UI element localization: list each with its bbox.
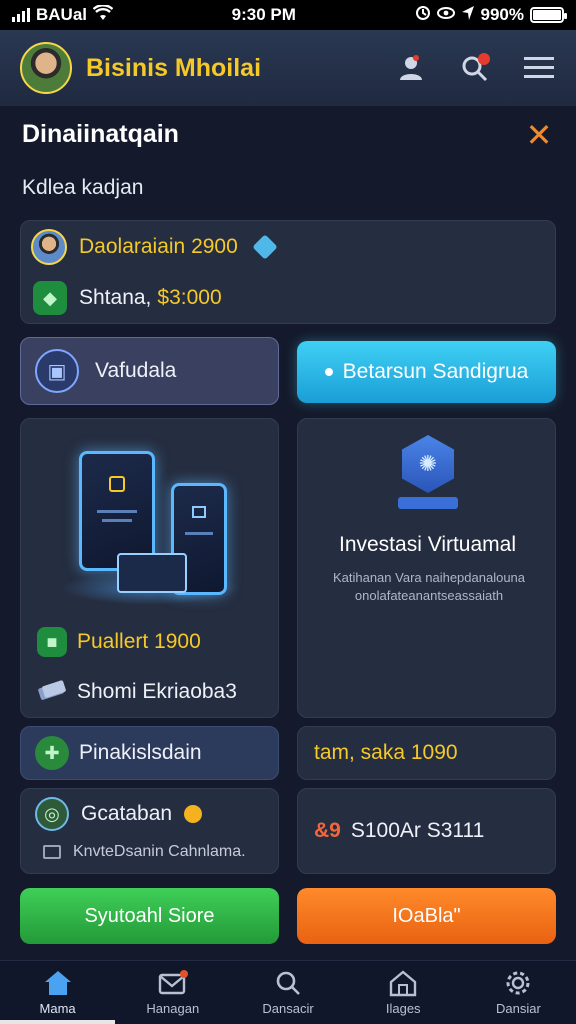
devices-card[interactable]: ■ Puallert 1900 Shomi Ekriaoba3 (20, 418, 279, 718)
betarsun-button[interactable]: Betarsun Sandigrua (297, 341, 556, 403)
stat-row-2: Shomi Ekriaoba3 (37, 677, 237, 707)
gcataban-title: Gcataban (81, 802, 173, 825)
signal-icon (12, 8, 30, 22)
alarm-icon (415, 5, 431, 26)
user-icon (400, 55, 422, 80)
saka-item[interactable]: tam, saka 1090 (297, 726, 556, 780)
amount-prefix: &9 (314, 819, 341, 842)
search-icon (273, 969, 303, 997)
nav-item-settings[interactable]: Dansiar (461, 961, 576, 1024)
wifi-icon (92, 3, 114, 26)
nav-label-home: Mama (39, 1001, 76, 1016)
menu-icon (524, 57, 554, 78)
balance-secondary-row: ◆ Shtana, $3:000 (33, 281, 222, 315)
eye-icon (436, 5, 455, 25)
bullet-icon (324, 368, 333, 376)
pedestal-graphic (398, 497, 458, 509)
amount-card[interactable]: &9 S100Ar S3111 (297, 788, 556, 874)
gear-icon (503, 969, 533, 997)
search-button[interactable] (458, 51, 492, 85)
nav-label-messages: Hanagan (146, 1001, 200, 1016)
status-time: 9:30 PM (231, 5, 296, 24)
wallet-icon: ◆ (33, 281, 67, 315)
nav-label-pages: Ilages (385, 1001, 421, 1016)
balance-primary: Daolaraiain 2900 (79, 235, 238, 258)
investment-description: Katihanan Vara naihepdanalouna onolafate… (332, 570, 526, 604)
balance-secondary-value: $3:000 (157, 286, 222, 309)
amount-value: S100Ar S3111 (350, 819, 485, 842)
close-icon: ✕ (525, 117, 553, 153)
nav-item-search[interactable]: Dansacir (230, 961, 345, 1024)
gcataban-subtitle: KnvteDsanin Cahnlama. (73, 843, 246, 860)
vafudala-button[interactable]: ▣ Vafudala (20, 337, 279, 405)
investment-title: Investasi Virtuamal (338, 533, 517, 556)
nav-item-pages[interactable]: Ilages (346, 961, 461, 1024)
notification-dot (478, 53, 490, 65)
globe-icon: ◎ (35, 797, 69, 831)
stat-2: Shomi Ekriaoba3 (77, 680, 237, 703)
card-icon (43, 845, 61, 859)
stat-1: Puallert 1900 (77, 630, 201, 653)
app-bar: Bisinis Mhoilai (0, 30, 576, 106)
stat-row-1: ■ Puallert 1900 (37, 627, 201, 657)
nav-item-messages[interactable]: Hanagan (115, 961, 230, 1024)
close-button[interactable]: ✕ (524, 117, 554, 153)
pinakis-item[interactable]: ✚ Pinakislsdain (20, 726, 279, 780)
battery-icon (530, 7, 567, 23)
menu-button[interactable] (522, 51, 556, 85)
page-title: Dinaiinatqain (22, 120, 179, 148)
avatar[interactable] (20, 42, 72, 94)
location-icon (461, 5, 475, 26)
bottom-nav: Mama Hanagan Dansacir Ilages Dansiar (0, 960, 576, 1024)
balance-card: Daolaraiain 2900 ◆ Shtana, $3:000 (20, 220, 556, 324)
app-title: Bisinis Mhoilai (86, 53, 262, 82)
balance-primary-row: Daolaraiain 2900 (31, 229, 278, 265)
green-action-button[interactable]: Syutoahl Siore (20, 888, 279, 944)
orange-action-label: IOaBla" (392, 904, 461, 927)
document-icon: ▣ (35, 349, 79, 393)
nav-label-settings: Dansiar (496, 1001, 541, 1016)
betarsun-label: Betarsun Sandigrua (342, 360, 529, 383)
battery-percent: 990% (480, 5, 524, 24)
devices-illustration (61, 441, 241, 611)
shield-icon: ✺ (402, 435, 454, 493)
orange-action-button[interactable]: IOaBla" (297, 888, 556, 944)
coin-icon (184, 805, 203, 823)
nav-item-home[interactable]: Mama (0, 961, 116, 1024)
investment-card[interactable]: ✺ Investasi Virtuamal Katihanan Vara nai… (297, 418, 556, 718)
saka-label: tam, saka 1090 (314, 741, 458, 764)
balance-secondary-label: Shtana, (79, 286, 152, 309)
diamond-icon (252, 234, 278, 260)
appbar-actions (394, 51, 556, 85)
profile-button[interactable] (394, 51, 428, 85)
nav-label-search: Dansacir (262, 1001, 314, 1016)
house-icon (388, 969, 418, 997)
vafudala-label: Vafudala (95, 359, 177, 382)
gcataban-card[interactable]: ◎ Gcataban KnvteDsanin Cahnlama. (20, 788, 279, 874)
status-left: BAUal (12, 3, 114, 26)
green-action-label: Syutoahl Siore (84, 904, 215, 927)
gcataban-sub-row: KnvteDsanin Cahnlama. (43, 843, 246, 861)
home-icon (43, 969, 73, 997)
cash-icon (37, 677, 67, 707)
mail-icon (158, 969, 188, 997)
laptop-graphic (117, 553, 187, 593)
user-avatar-small (31, 229, 67, 265)
status-bar: BAUal 9:30 PM 990% (0, 0, 576, 30)
status-right: 990% (415, 5, 567, 26)
gcataban-row: ◎ Gcataban (35, 797, 203, 831)
shield-check-icon: ■ (37, 627, 67, 657)
shield-illustration: ✺ (396, 435, 460, 511)
leaf-icon: ✚ (35, 736, 69, 770)
carrier-name: BAUal (36, 5, 88, 24)
page-subtitle: Kdlea kadjan (22, 176, 144, 199)
pinakis-label: Pinakislsdain (79, 741, 202, 764)
